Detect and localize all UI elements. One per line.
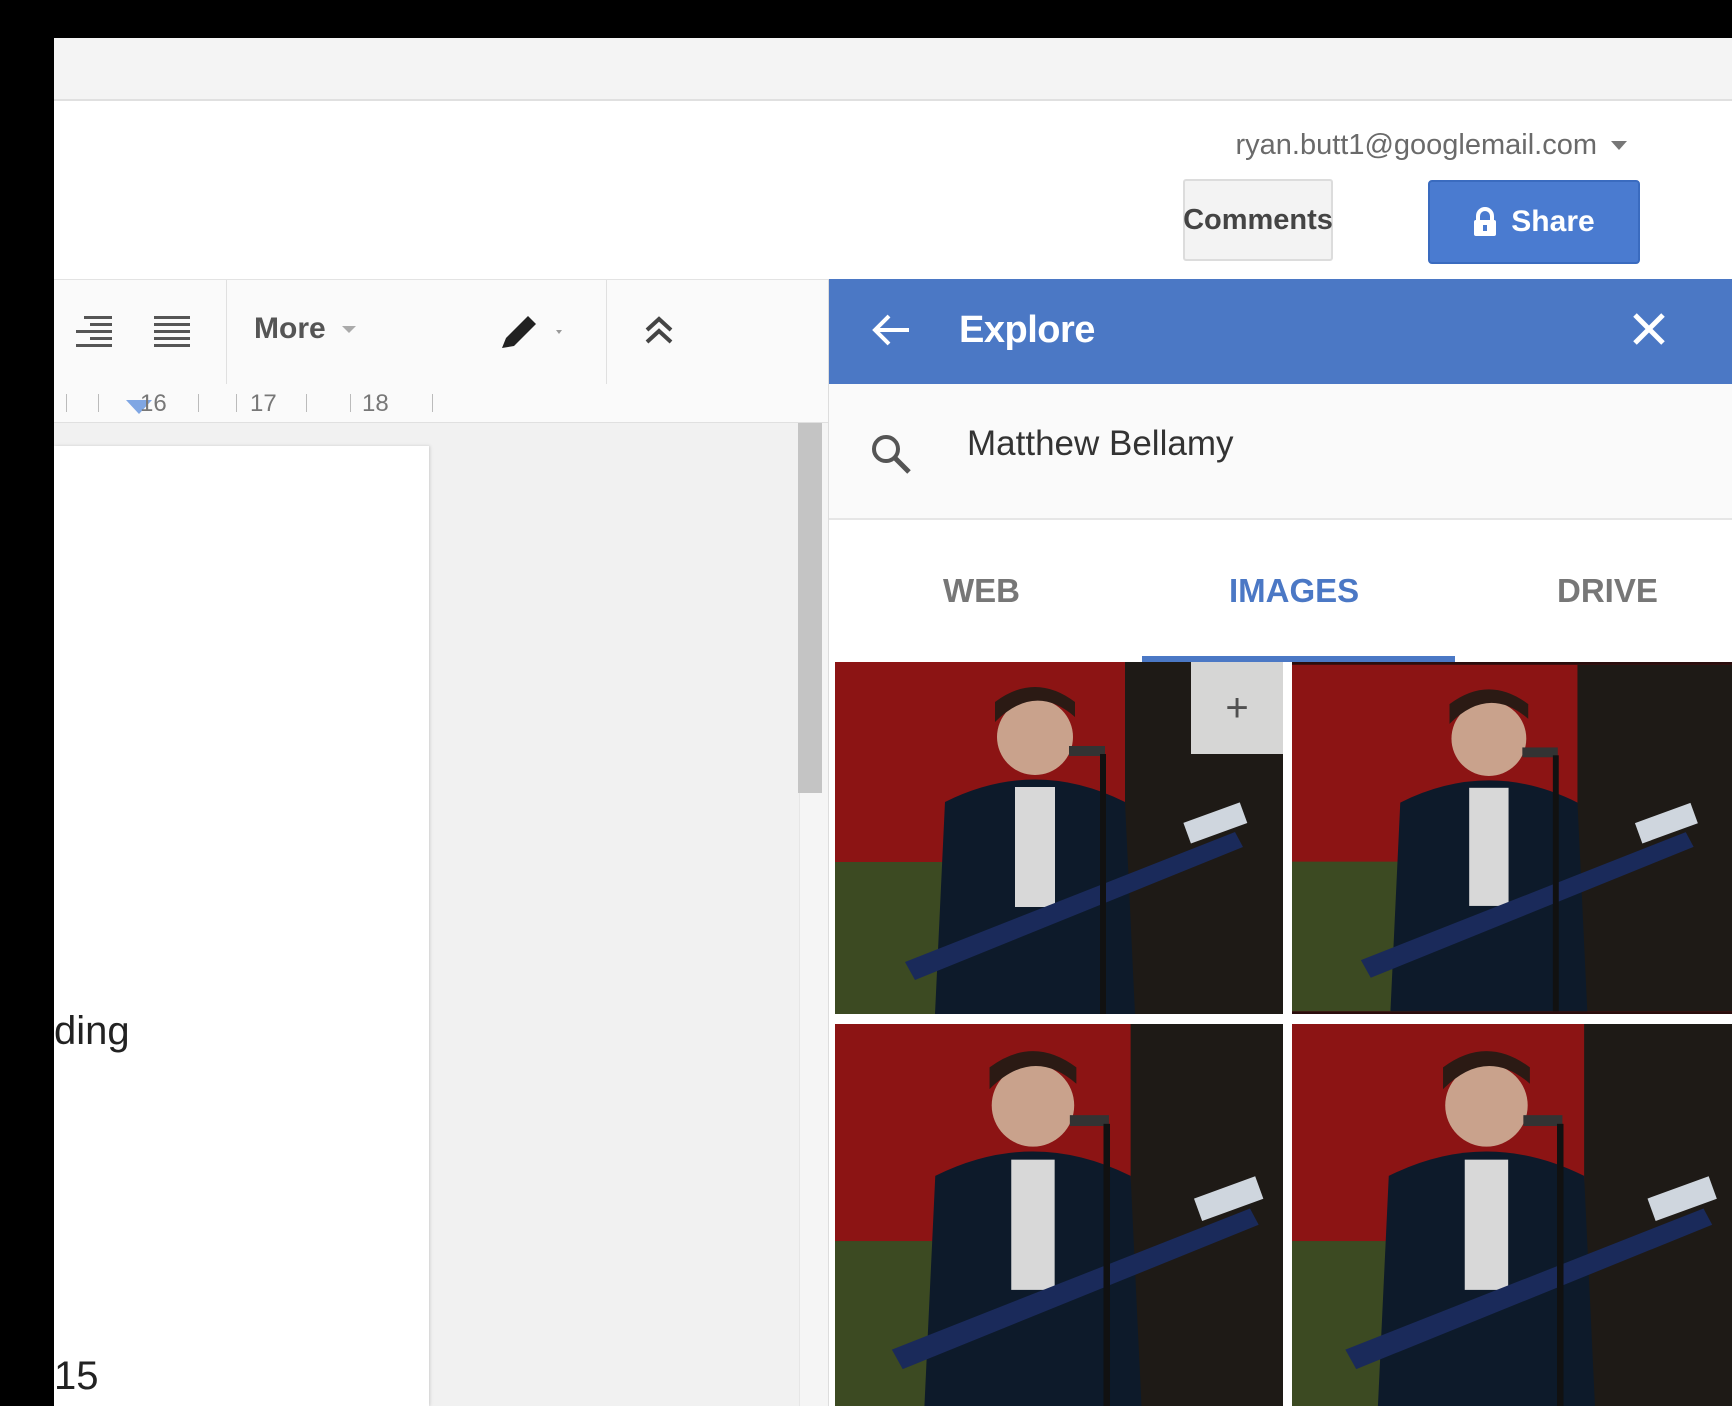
scrollbar-thumb[interactable] (798, 423, 822, 793)
chevron-down-icon (341, 325, 356, 333)
close-icon (1633, 313, 1665, 345)
explore-search: Matthew Bellamy (829, 384, 1732, 520)
document-text: ding (54, 1009, 130, 1053)
concert-photo (1292, 1024, 1732, 1406)
tab-web[interactable]: WEB (943, 572, 1020, 610)
ruler: 16 17 18 (54, 384, 828, 423)
explore-tabs: WEB IMAGES DRIVE (829, 520, 1732, 662)
ruler-tick: 18 (362, 390, 389, 417)
arrow-left-icon (872, 314, 909, 346)
image-result[interactable]: + (835, 662, 1283, 1014)
share-label: Share (1511, 205, 1595, 238)
more-label: More (254, 312, 326, 345)
concert-photo (1292, 664, 1732, 1012)
toolbar-divider (226, 280, 227, 384)
explore-header: Explore (829, 279, 1732, 384)
document-text: 15 (54, 1354, 99, 1398)
document-page[interactable]: ding 15 (54, 446, 429, 1406)
image-results-grid: + (829, 662, 1732, 1406)
tab-drive[interactable]: DRIVE (1557, 572, 1658, 610)
editing-mode-button[interactable] (494, 308, 574, 359)
image-result[interactable] (1292, 1024, 1732, 1406)
pencil-icon (502, 316, 562, 348)
chevron-down-icon (1611, 141, 1627, 150)
search-input[interactable]: Matthew Bellamy (967, 424, 1233, 464)
align-right-icon[interactable] (76, 316, 112, 352)
share-button[interactable]: Share (1428, 180, 1640, 264)
search-icon (869, 432, 913, 481)
tab-images[interactable]: IMAGES (1229, 572, 1359, 610)
ruler-tick: 16 (140, 390, 167, 417)
collapse-toolbar-button[interactable] (642, 310, 676, 355)
concert-photo (835, 1024, 1283, 1406)
image-result[interactable] (1292, 662, 1732, 1014)
close-button[interactable] (1629, 309, 1669, 354)
app-window: ryan.butt1@googlemail.com Comments Share… (54, 38, 1732, 1406)
back-button[interactable] (869, 307, 915, 358)
browser-top-bar (54, 38, 1732, 101)
ruler-tick: 17 (250, 390, 277, 417)
add-image-button[interactable]: + (1191, 662, 1283, 754)
doc-header: ryan.butt1@googlemail.com Comments Share (54, 101, 1732, 279)
format-toolbar: More (54, 279, 828, 385)
lock-icon (1474, 207, 1497, 236)
toolbar-divider (606, 280, 607, 384)
justify-icon[interactable] (154, 316, 190, 352)
more-button[interactable]: More (254, 312, 356, 346)
document-canvas: ding 15 (54, 423, 828, 1406)
explore-panel: Explore Matthew Bellamy WEB IMAGES DRIVE (828, 279, 1732, 1406)
explore-title: Explore (959, 309, 1095, 351)
image-result[interactable] (835, 1024, 1283, 1406)
comments-button[interactable]: Comments (1183, 179, 1333, 261)
account-menu[interactable]: ryan.butt1@googlemail.com (1235, 129, 1627, 162)
account-email: ryan.butt1@googlemail.com (1235, 129, 1597, 161)
double-chevron-up-icon (645, 316, 673, 344)
